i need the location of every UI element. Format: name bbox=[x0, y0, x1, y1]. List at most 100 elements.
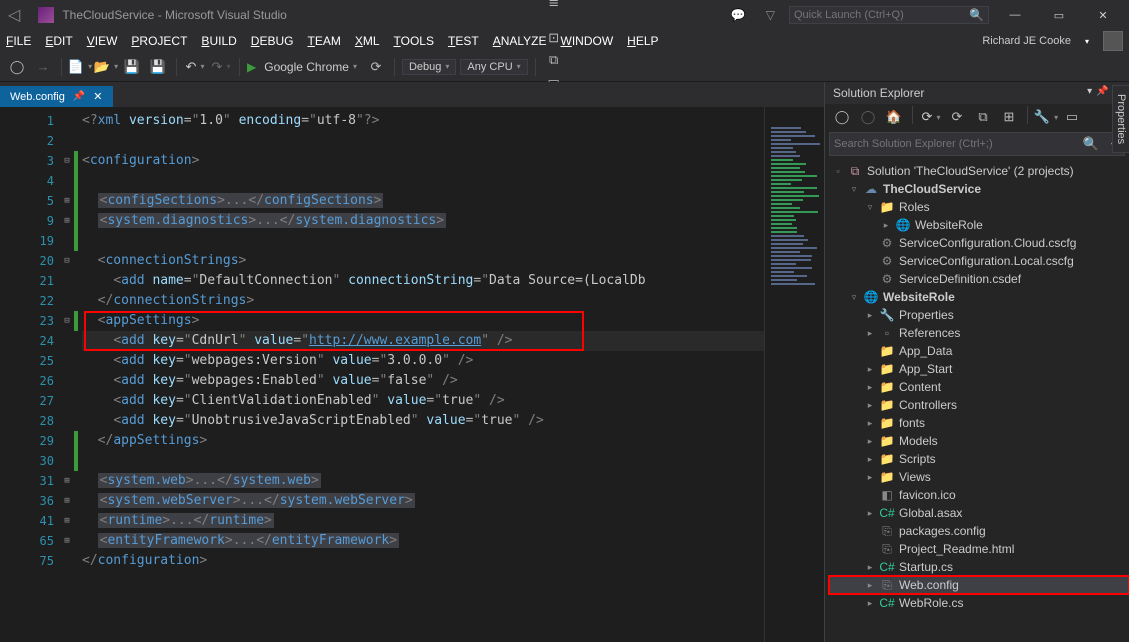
fold-icon[interactable]: ⊞ bbox=[60, 511, 74, 531]
code-line[interactable]: <runtime>...</runtime> bbox=[82, 511, 764, 531]
tab-web-config[interactable]: Web.config 📌 ✕ bbox=[0, 86, 113, 107]
solution-search-input[interactable] bbox=[830, 133, 1080, 155]
tree-item-references[interactable]: ▸▫References bbox=[829, 324, 1129, 342]
show-all-icon[interactable]: ⊞ bbox=[998, 106, 1020, 128]
fold-icon[interactable]: ⊞ bbox=[60, 531, 74, 551]
undo-button[interactable]: ↶ bbox=[184, 56, 206, 78]
menu-edit[interactable]: EDIT bbox=[45, 34, 72, 48]
toolbar-icon[interactable]: ⧉ bbox=[543, 49, 565, 71]
fold-icon[interactable]: ⊞ bbox=[60, 491, 74, 511]
pin-icon[interactable]: 📌 bbox=[1096, 86, 1108, 100]
code-line[interactable]: <system.diagnostics>...</system.diagnost… bbox=[82, 211, 764, 231]
menu-tools[interactable]: TOOLS bbox=[394, 34, 434, 48]
tree-item-content[interactable]: ▸📁Content bbox=[829, 378, 1129, 396]
restore-icon[interactable]: ▭ bbox=[1041, 9, 1077, 22]
platform-dropdown[interactable]: Any CPU bbox=[460, 59, 527, 75]
preview-icon[interactable]: ▭ bbox=[1061, 106, 1083, 128]
menu-file[interactable]: FILE bbox=[6, 34, 31, 48]
code-line[interactable]: <add name="DefaultConnection" connection… bbox=[82, 271, 764, 291]
tree-item-global-asax[interactable]: ▸C#Global.asax bbox=[829, 504, 1129, 522]
sync-icon[interactable]: ⟳ bbox=[920, 106, 942, 128]
code-line[interactable]: <system.webServer>...</system.webServer> bbox=[82, 491, 764, 511]
menu-window[interactable]: WINDOW bbox=[561, 34, 614, 48]
solution-tree[interactable]: ▫⧉Solution 'TheCloudService' (2 projects… bbox=[825, 158, 1129, 642]
tree-item-project-readme-html[interactable]: ⎘Project_Readme.html bbox=[829, 540, 1129, 558]
menu-analyze[interactable]: ANALYZE bbox=[493, 34, 547, 48]
redo-button[interactable]: ↷ bbox=[210, 56, 232, 78]
code-line[interactable]: <configSections>...</configSections> bbox=[82, 191, 764, 211]
close-icon[interactable]: ✕ bbox=[1085, 9, 1121, 22]
code-line[interactable]: <connectionStrings> bbox=[82, 251, 764, 271]
start-icon[interactable]: ▶ bbox=[247, 60, 256, 74]
minimize-icon[interactable]: — bbox=[997, 9, 1033, 21]
tree-item-scripts[interactable]: ▸📁Scripts bbox=[829, 450, 1129, 468]
back-icon[interactable]: ◯ bbox=[831, 106, 853, 128]
tree-item-app-start[interactable]: ▸📁App_Start bbox=[829, 360, 1129, 378]
collapse-icon[interactable]: ⧉ bbox=[972, 106, 994, 128]
tree-item-app-data[interactable]: 📁App_Data bbox=[829, 342, 1129, 360]
tree-item-packages-config[interactable]: ⎘packages.config bbox=[829, 522, 1129, 540]
tree-item-views[interactable]: ▸📁Views bbox=[829, 468, 1129, 486]
window-dropdown-icon[interactable]: ▾ bbox=[1087, 86, 1092, 100]
code-line[interactable]: <add key="ClientValidationEnabled" value… bbox=[82, 391, 764, 411]
refresh-icon[interactable]: ⟳ bbox=[946, 106, 968, 128]
browser-refresh-icon[interactable]: ⟳ bbox=[365, 56, 387, 78]
tree-item-favicon-ico[interactable]: ◧favicon.ico bbox=[829, 486, 1129, 504]
menu-debug[interactable]: DEBUG bbox=[251, 34, 294, 48]
fold-icon[interactable]: ⊞ bbox=[60, 471, 74, 491]
solution-root[interactable]: ▫⧉Solution 'TheCloudService' (2 projects… bbox=[829, 162, 1129, 180]
code-line[interactable]: </connectionStrings> bbox=[82, 291, 764, 311]
home-icon[interactable]: 🏠 bbox=[883, 106, 905, 128]
code-line[interactable]: <configuration> bbox=[82, 151, 764, 171]
quick-launch[interactable]: 🔍 bbox=[789, 6, 989, 24]
code-line[interactable] bbox=[82, 171, 764, 191]
back-icon[interactable]: ◁ bbox=[8, 5, 20, 25]
code-editor[interactable]: 1234591920212223242526272829303136416575… bbox=[0, 107, 824, 642]
tree-item-fonts[interactable]: ▸📁fonts bbox=[829, 414, 1129, 432]
tree-item-controllers[interactable]: ▸📁Controllers bbox=[829, 396, 1129, 414]
search-icon[interactable]: 🔍 bbox=[969, 8, 984, 22]
fold-icon[interactable]: ⊞ bbox=[60, 211, 74, 231]
code-line[interactable]: </appSettings> bbox=[82, 431, 764, 451]
save-all-button[interactable]: 💾 bbox=[147, 56, 169, 78]
code-line[interactable]: <entityFramework>...</entityFramework> bbox=[82, 531, 764, 551]
menu-view[interactable]: VIEW bbox=[87, 34, 118, 48]
tab-close-icon[interactable]: ✕ bbox=[93, 90, 102, 103]
menu-project[interactable]: PROJECT bbox=[131, 34, 187, 48]
fold-icon[interactable]: ⊟ bbox=[60, 311, 74, 331]
new-project-button[interactable]: 📄 bbox=[69, 56, 91, 78]
feedback-icon[interactable]: ▽ bbox=[766, 8, 775, 22]
fold-icon[interactable]: ⊟ bbox=[60, 251, 74, 271]
open-file-button[interactable]: 📂 bbox=[95, 56, 117, 78]
code-line[interactable]: <?xml version="1.0" encoding="utf-8"?> bbox=[82, 111, 764, 131]
code-line[interactable]: <system.web>...</system.web> bbox=[82, 471, 764, 491]
notifications-icon[interactable]: 💬 bbox=[731, 8, 746, 22]
tree-item-webrole-cs[interactable]: ▸C#WebRole.cs bbox=[829, 594, 1129, 612]
code-line[interactable]: <appSettings> bbox=[82, 311, 764, 331]
tree-item-roles[interactable]: ▿📁Roles bbox=[829, 198, 1129, 216]
toolbar-icon[interactable]: ≣ bbox=[543, 0, 565, 13]
fwd-icon[interactable]: ◯ bbox=[857, 106, 879, 128]
tree-item-thecloudservice[interactable]: ▿☁TheCloudService bbox=[829, 180, 1129, 198]
pin-icon[interactable]: 📌 bbox=[73, 91, 85, 102]
menu-test[interactable]: TEST bbox=[448, 34, 479, 48]
tree-item-serviceconfiguration-local-cscfg[interactable]: ⚙ServiceConfiguration.Local.cscfg bbox=[829, 252, 1129, 270]
minimap[interactable] bbox=[764, 107, 824, 642]
config-dropdown[interactable]: Debug bbox=[402, 59, 456, 75]
avatar[interactable] bbox=[1103, 31, 1123, 51]
tree-item-serviceconfiguration-cloud-cscfg[interactable]: ⚙ServiceConfiguration.Cloud.cscfg bbox=[829, 234, 1129, 252]
nav-back-icon[interactable]: ◯ bbox=[6, 56, 28, 78]
code-line[interactable] bbox=[82, 231, 764, 251]
tree-item-websiterole[interactable]: ▿🌐WebsiteRole bbox=[829, 288, 1129, 306]
fold-icon[interactable]: ⊞ bbox=[60, 191, 74, 211]
code-line[interactable] bbox=[82, 131, 764, 151]
toolbar-icon[interactable]: ⊡ bbox=[543, 27, 565, 49]
user-dropdown-icon[interactable]: ▾ bbox=[1085, 37, 1089, 46]
user-name[interactable]: Richard JE Cooke bbox=[982, 35, 1071, 47]
fold-icon[interactable]: ⊟ bbox=[60, 151, 74, 171]
quick-launch-input[interactable] bbox=[794, 9, 969, 21]
tree-item-models[interactable]: ▸📁Models bbox=[829, 432, 1129, 450]
menu-xml[interactable]: XML bbox=[355, 34, 380, 48]
code-line[interactable]: <add key="webpages:Enabled" value="false… bbox=[82, 371, 764, 391]
code-line[interactable]: <add key="webpages:Version" value="3.0.0… bbox=[82, 351, 764, 371]
